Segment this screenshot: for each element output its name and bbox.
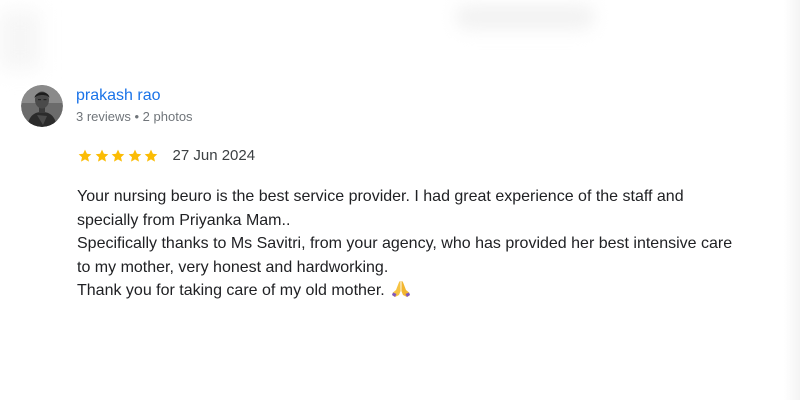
review-card: prakash rao 3 reviews • 2 photos 27 Jun … (21, 85, 761, 306)
author-name-link[interactable]: prakash rao (76, 86, 193, 106)
author-meta: 3 reviews • 2 photos (76, 109, 193, 124)
review-text-line: Specifically thanks to Ms Savitri, from … (77, 235, 733, 252)
blurred-artifact-left (0, 10, 40, 70)
user-info: prakash rao 3 reviews • 2 photos (76, 86, 193, 126)
star-icon (111, 149, 125, 162)
review-page: prakash rao 3 reviews • 2 photos 27 Jun … (0, 0, 800, 400)
review-text-line: to my mother, very honest and hardworkin… (77, 258, 389, 276)
review-text-line: specially from Priyanka Mam.. (77, 211, 291, 229)
star-rating (77, 148, 160, 164)
folded-hands-icon (391, 280, 411, 306)
blurred-artifact (455, 4, 595, 30)
review-date: 27 Jun 2024 (172, 147, 256, 164)
review-text-line-last: Thank you for taking care of my old moth… (77, 279, 767, 306)
edge-shadow (784, 0, 800, 400)
star-icon (78, 149, 92, 162)
star-icon (128, 149, 141, 162)
user-photo-avatar[interactable] (21, 85, 63, 127)
review-header: prakash rao 3 reviews • 2 photos (21, 85, 761, 127)
star-icon (144, 149, 158, 162)
review-text: Your nursing beuro is the best service p… (77, 185, 767, 306)
rating-row: 27 Jun 2024 (77, 145, 761, 167)
review-text-line: Your nursing beuro is the best service p… (77, 188, 684, 205)
star-icon (95, 149, 108, 162)
review-text-line: Thank you for taking care of my old moth… (77, 282, 385, 299)
